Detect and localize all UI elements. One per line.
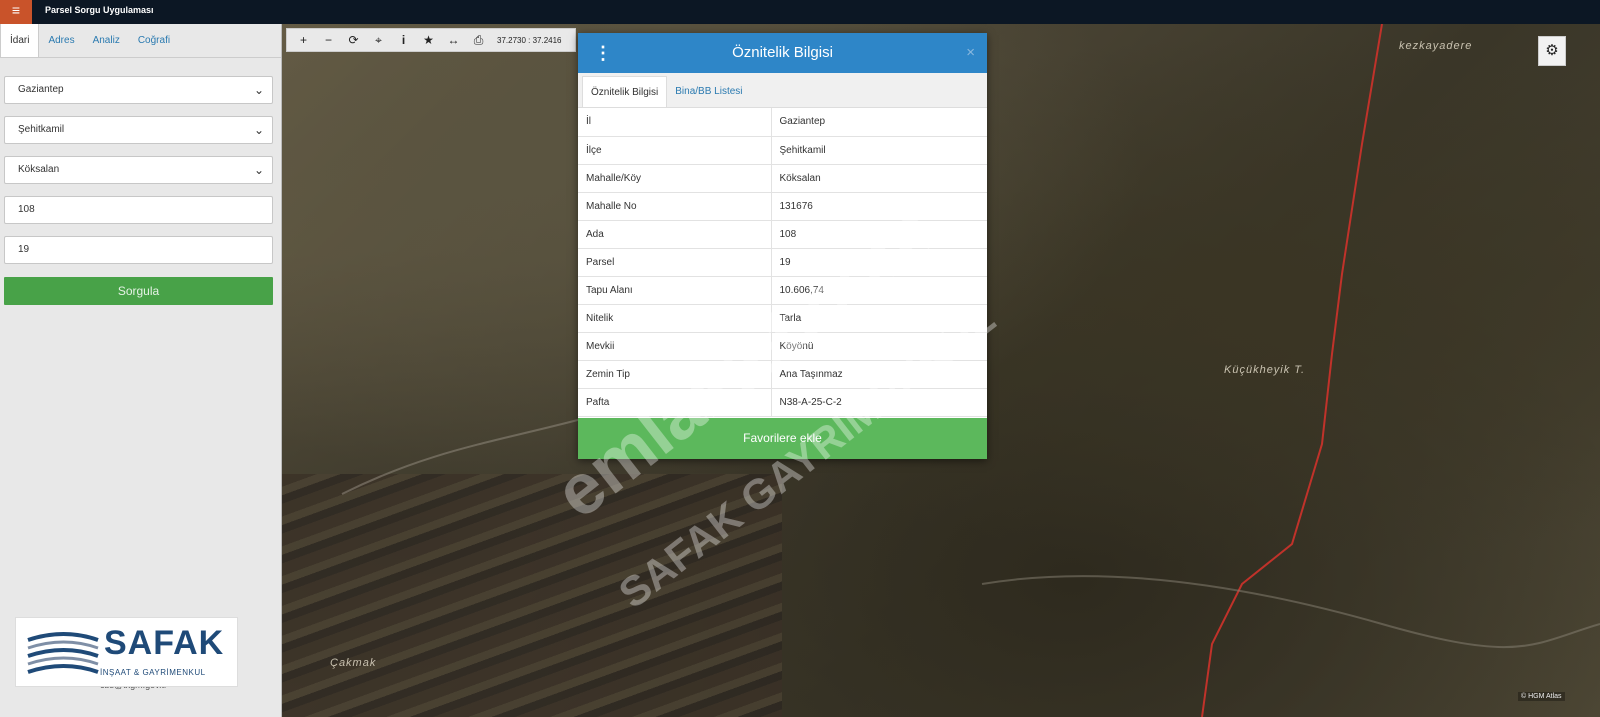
logo-stripes-icon bbox=[27, 632, 99, 674]
attribute-value: Köyönü bbox=[771, 332, 987, 361]
parsel-input[interactable]: 19 bbox=[4, 236, 273, 264]
il-select[interactable]: Gaziantep ⌄ bbox=[4, 76, 273, 104]
attribute-value: Gaziantep bbox=[771, 108, 987, 137]
attribute-key: Mevkii bbox=[578, 332, 772, 361]
sidebar: İdari Adres Analiz Coğrafi Gaziantep ⌄ Ş… bbox=[0, 24, 282, 717]
popup-header: ⋮ Öznitelik Bilgisi × bbox=[578, 33, 987, 73]
tab-idari[interactable]: İdari bbox=[0, 24, 40, 57]
map-label-kucukheyik: Küçükheyik T. bbox=[1224, 364, 1306, 376]
attribute-key: İl bbox=[578, 108, 772, 137]
ada-input[interactable]: 108 bbox=[4, 196, 273, 224]
attribute-key: İlçe bbox=[578, 136, 772, 165]
table-row: Tapu Alanı 10.606,74 bbox=[578, 276, 987, 305]
tab-analiz[interactable]: Analiz bbox=[84, 24, 129, 57]
table-row: Mevkii Köyönü bbox=[578, 332, 987, 361]
tab-adres[interactable]: Adres bbox=[39, 24, 83, 57]
kebab-menu-icon[interactable]: ⋮ bbox=[594, 33, 612, 73]
attribute-key: Ada bbox=[578, 220, 772, 249]
sorgula-button[interactable]: Sorgula bbox=[4, 277, 273, 305]
info-icon[interactable]: i bbox=[391, 33, 416, 47]
popup-title: Öznitelik Bilgisi bbox=[732, 44, 833, 61]
logo-subtitle: İNŞAAT & GAYRİMENKUL bbox=[100, 668, 206, 677]
road-line bbox=[981, 575, 1600, 649]
chevron-down-icon: ⌄ bbox=[253, 83, 264, 97]
table-row: Mahalle No 131676 bbox=[578, 192, 987, 221]
attribute-value: Köksalan bbox=[771, 164, 987, 193]
attribute-value: Tarla bbox=[771, 304, 987, 333]
attribute-key: Mahalle No bbox=[578, 192, 772, 221]
top-bar: ≡ Parsel Sorgu Uygulaması bbox=[0, 0, 1600, 24]
close-icon[interactable]: × bbox=[966, 33, 975, 73]
attribute-key: Nitelik bbox=[578, 304, 772, 333]
map-label-kezkayadere: kezkayadere bbox=[1399, 40, 1473, 52]
refresh-icon[interactable]: ⟳ bbox=[341, 33, 366, 47]
chevron-down-icon: ⌄ bbox=[253, 123, 264, 137]
table-row: Pafta N38-A-25-C-2 bbox=[578, 388, 987, 417]
add-favorite-button[interactable]: Favorilere ekle bbox=[578, 418, 987, 459]
attribute-key: Mahalle/Köy bbox=[578, 164, 772, 193]
attribute-key: Parsel bbox=[578, 248, 772, 277]
attribute-table: İl Gaziantep İlçe Şehitkamil Mahalle/Köy Köks… bbox=[578, 108, 987, 417]
attribute-value: 131676 bbox=[771, 192, 987, 221]
table-row: Ada 108 bbox=[578, 220, 987, 249]
table-row: Parsel 19 bbox=[578, 248, 987, 277]
zoom-in-icon[interactable]: + bbox=[291, 33, 316, 47]
sidebar-tabs: İdari Adres Analiz Coğrafi bbox=[0, 24, 281, 58]
chevron-down-icon: ⌄ bbox=[253, 163, 264, 177]
coordinate-readout: 37.2730 : 37.2416 bbox=[497, 35, 562, 45]
app-title: Parsel Sorgu Uygulaması bbox=[45, 5, 154, 15]
print-icon[interactable]: ⎙ bbox=[466, 33, 491, 48]
table-row: İlçe Şehitkamil bbox=[578, 136, 987, 165]
safak-logo: SAFAK İNŞAAT & GAYRİMENKUL bbox=[15, 617, 238, 687]
attribute-popup: ⋮ Öznitelik Bilgisi × Öznitelik Bilgisi … bbox=[578, 33, 987, 459]
popup-tabs: Öznitelik Bilgisi Bina/BB Listesi bbox=[578, 73, 987, 108]
locate-icon[interactable]: ⌖ bbox=[366, 33, 391, 48]
table-row: Zemin Tip Ana Taşınmaz bbox=[578, 360, 987, 389]
logo-brand: SAFAK bbox=[104, 624, 225, 662]
map-label-cakmak: Çakmak bbox=[330, 657, 377, 669]
tab-bina-listesi[interactable]: Bina/BB Listesi bbox=[667, 76, 750, 107]
attribute-value: 108 bbox=[771, 220, 987, 249]
attribute-value: N38-A-25-C-2 bbox=[771, 388, 987, 417]
attribute-value: 19 bbox=[771, 248, 987, 277]
attribute-value: Şehitkamil bbox=[771, 136, 987, 165]
table-row: Mahalle/Köy Köksalan bbox=[578, 164, 987, 193]
map-toolbar: + − ⟳ ⌖ i ★ ↔ ⎙ 37.2730 : 37.2416 bbox=[286, 28, 576, 52]
attribute-value: 10.606,74 bbox=[771, 276, 987, 305]
gear-icon[interactable]: ⚙ bbox=[1538, 36, 1566, 66]
tab-oznitelik[interactable]: Öznitelik Bilgisi bbox=[582, 76, 668, 107]
hamburger-icon[interactable]: ≡ bbox=[0, 0, 32, 24]
attribute-key: Tapu Alanı bbox=[578, 276, 772, 305]
mahalle-select[interactable]: Köksalan ⌄ bbox=[4, 156, 273, 184]
tab-cografi[interactable]: Coğrafi bbox=[129, 24, 179, 57]
il-select-value: Gaziantep bbox=[18, 84, 64, 95]
ilce-select-value: Şehitkamil bbox=[18, 124, 65, 135]
table-row: İl Gaziantep bbox=[578, 108, 987, 137]
zoom-out-icon[interactable]: − bbox=[316, 33, 341, 47]
attribute-key: Pafta bbox=[578, 388, 772, 417]
map-credits: © HGM Atlas bbox=[1518, 692, 1565, 701]
measure-icon[interactable]: ↔ bbox=[441, 33, 466, 47]
table-row: Nitelik Tarla bbox=[578, 304, 987, 333]
ilce-select[interactable]: Şehitkamil ⌄ bbox=[4, 116, 273, 144]
star-icon[interactable]: ★ bbox=[416, 33, 441, 47]
mahalle-select-value: Köksalan bbox=[18, 164, 60, 175]
attribute-key: Zemin Tip bbox=[578, 360, 772, 389]
attribute-value: Ana Taşınmaz bbox=[771, 360, 987, 389]
